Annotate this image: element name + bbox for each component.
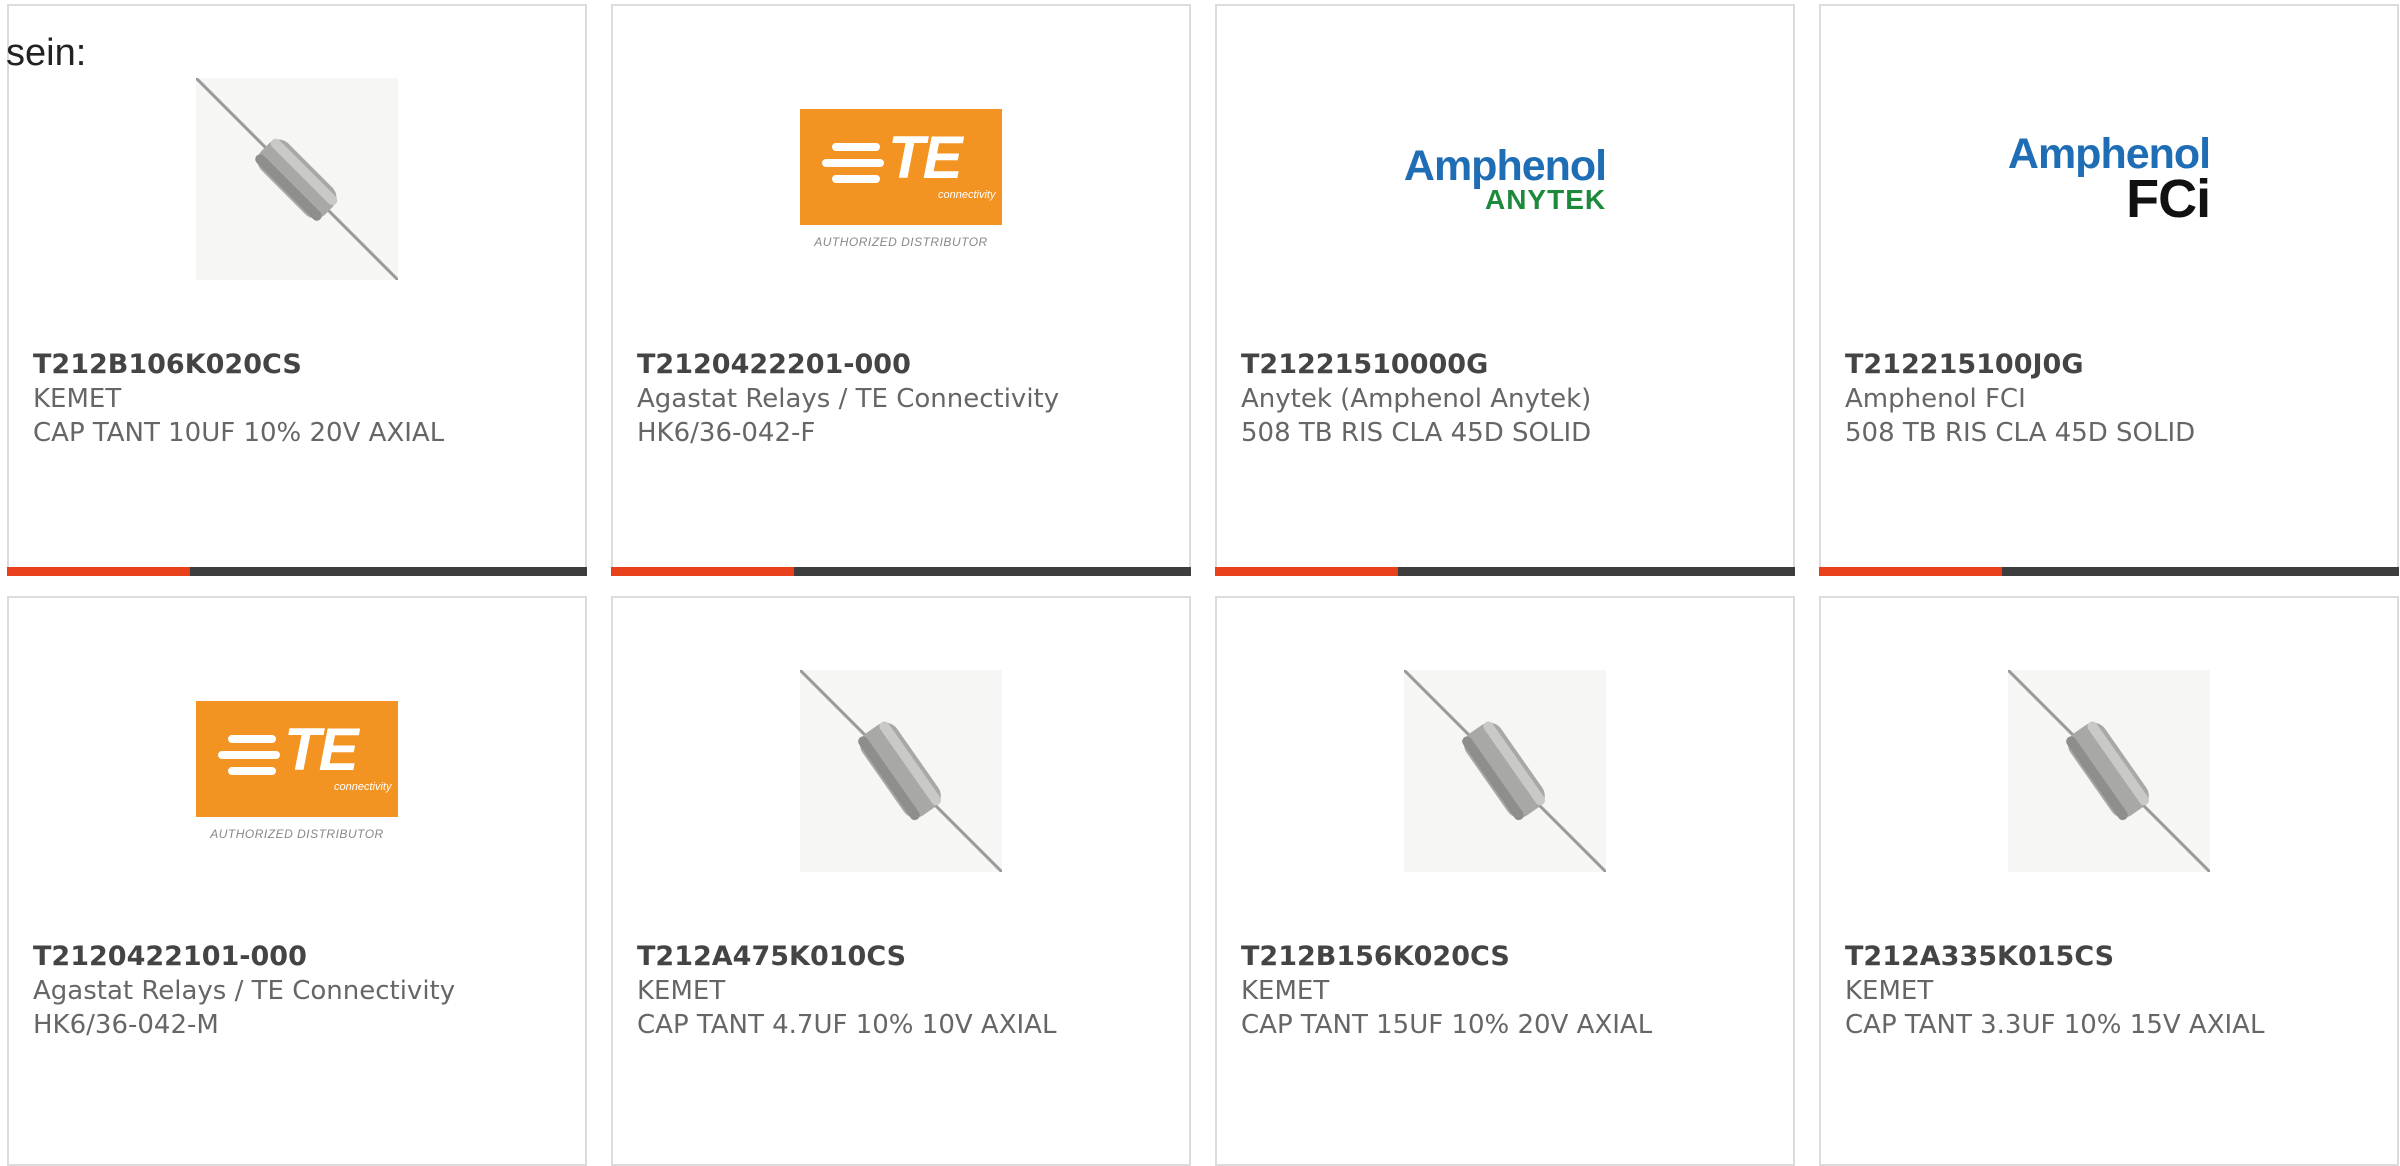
product-card[interactable]: Amphenol FCi T212215100J0G Amphenol FCI … [1819,4,2399,576]
card-bottom-bar [611,567,1191,576]
card-accent-segment [1215,567,1398,576]
card-accent-segment [7,567,190,576]
description-label: HK6/36-042-F [637,418,816,448]
product-card[interactable]: T212A475K010CS KEMET CAP TANT 4.7UF 10% … [611,596,1191,1166]
manufacturer-label: Anytek (Amphenol Anytek) [1241,384,1592,414]
product-card[interactable]: T212B106K020CS KEMET CAP TANT 10UF 10% 2… [7,4,587,576]
part-number-link[interactable]: T212A335K015CS [1845,940,2387,974]
card-bottom-bar [1819,567,2399,576]
manufacturer-label: KEMET [637,976,726,1006]
manufacturer-label: KEMET [1241,976,1330,1006]
manufacturer-label: KEMET [1845,976,1934,1006]
manufacturer-label: KEMET [33,384,122,414]
description-label: CAP TANT 3.3UF 10% 15V AXIAL [1845,1010,2265,1040]
part-number-link[interactable]: T21221510000G [1241,348,1783,382]
part-number-link[interactable]: T2120422201-000 [637,348,1179,382]
manufacturer-label: Agastat Relays / TE Connectivity [637,384,1060,414]
description-label: 508 TB RIS CLA 45D SOLID [1241,418,1592,448]
te-connectivity-logo: TE connectivity AUTHORIZED DISTRIBUTOR [800,78,1002,280]
description-label: CAP TANT 15UF 10% 20V AXIAL [1241,1010,1653,1040]
intro-text: sein: [6,32,87,74]
description-label: CAP TANT 4.7UF 10% 10V AXIAL [637,1010,1057,1040]
amphenol-anytek-logo: Amphenol ANYTEK [1403,141,1607,215]
manufacturer-label: Agastat Relays / TE Connectivity [33,976,456,1006]
part-number-link[interactable]: T212A475K010CS [637,940,1179,974]
description-label: HK6/36-042-M [33,1010,219,1040]
product-card[interactable]: T212A335K015CS KEMET CAP TANT 3.3UF 10% … [1819,596,2399,1166]
product-card[interactable]: TE connectivity AUTHORIZED DISTRIBUTOR T… [611,4,1191,576]
part-number-link[interactable]: T212B106K020CS [33,348,575,382]
card-accent-segment [611,567,794,576]
axial-capacitor-icon [2008,670,2210,872]
amphenol-fci-logo: Amphenol FCi [2007,129,2211,229]
axial-capacitor-icon [800,670,1002,872]
part-number-link[interactable]: T2120422101-000 [33,940,575,974]
product-card[interactable]: T212B156K020CS KEMET CAP TANT 15UF 10% 2… [1215,596,1795,1166]
manufacturer-label: Amphenol FCI [1845,384,2026,414]
product-card[interactable]: Amphenol ANYTEK T21221510000G Anytek (Am… [1215,4,1795,576]
axial-capacitor-icon [196,78,398,280]
description-label: 508 TB RIS CLA 45D SOLID [1845,418,2196,448]
product-card[interactable]: TE connectivity AUTHORIZED DISTRIBUTOR T… [7,596,587,1166]
part-number-link[interactable]: T212B156K020CS [1241,940,1783,974]
description-label: CAP TANT 10UF 10% 20V AXIAL [33,418,445,448]
card-accent-segment [1819,567,2002,576]
card-bottom-bar [7,567,587,576]
part-number-link[interactable]: T212215100J0G [1845,348,2387,382]
axial-capacitor-icon [1404,670,1606,872]
card-bottom-bar [1215,567,1795,576]
te-connectivity-logo: TE connectivity AUTHORIZED DISTRIBUTOR [196,670,398,872]
